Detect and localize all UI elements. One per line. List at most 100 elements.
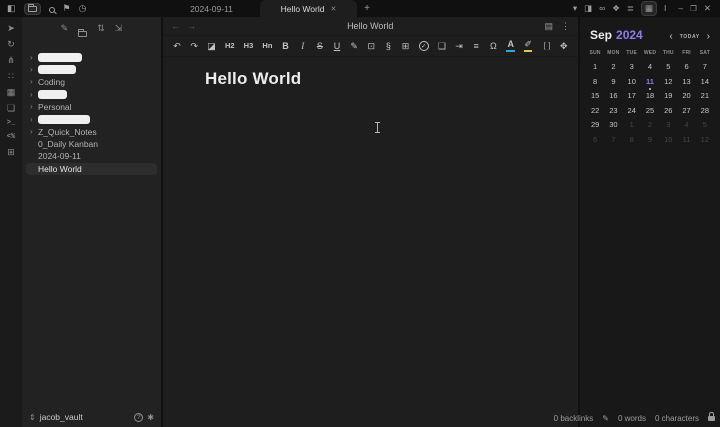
eraser-icon[interactable]: ◪ xyxy=(207,41,216,51)
note-content[interactable]: Hello World xyxy=(163,69,578,427)
calendar-day[interactable]: 9 xyxy=(604,77,622,87)
calendar-day[interactable]: 4 xyxy=(677,120,695,130)
calendar-day[interactable]: 14 xyxy=(696,77,714,87)
calendar-day[interactable]: 2 xyxy=(641,120,659,130)
calendar-day[interactable]: 25 xyxy=(641,106,659,116)
tab-list-icon[interactable]: ▾ xyxy=(573,4,577,13)
file-row[interactable]: › xyxy=(26,63,157,75)
tags-icon[interactable]: ❖ xyxy=(612,4,620,13)
file-row[interactable]: › xyxy=(26,51,157,63)
calendar-day[interactable]: 26 xyxy=(659,106,677,116)
indent-icon[interactable]: ⇥ xyxy=(455,41,463,51)
new-note-icon[interactable]: ✎ xyxy=(61,24,69,42)
graph-fork-icon[interactable]: ⋔ xyxy=(7,56,15,65)
task-check-icon[interactable]: ✓ xyxy=(418,41,429,51)
file-row[interactable]: › Personal xyxy=(26,101,157,113)
close-window-icon[interactable]: ✕ xyxy=(704,4,711,13)
backlinks-count[interactable]: 0 backlinks xyxy=(554,414,594,423)
calendar-day[interactable]: 28 xyxy=(696,106,714,116)
italic-icon[interactable]: I xyxy=(299,41,307,51)
calendar-day[interactable]: 27 xyxy=(677,106,695,116)
calendar-day[interactable]: 5 xyxy=(696,120,714,130)
note-heading[interactable]: Hello World xyxy=(205,69,578,89)
file-row[interactable]: 0_Daily Kanban xyxy=(26,138,157,150)
calendar-day[interactable]: 3 xyxy=(623,62,641,72)
sort-order-icon[interactable]: ⇅ xyxy=(97,24,105,42)
calendar-day[interactable]: 30 xyxy=(604,120,622,130)
file-row[interactable]: › xyxy=(26,88,157,100)
calendar-day[interactable]: 10 xyxy=(659,135,677,145)
file-row[interactable]: › xyxy=(26,113,157,125)
copy-page-icon[interactable]: ❏ xyxy=(7,104,15,113)
calendar-day[interactable]: 21 xyxy=(696,91,714,101)
calendar-day[interactable]: 12 xyxy=(696,135,714,145)
tab-hello-world[interactable]: Hello World ✕ xyxy=(260,0,357,17)
files-tab-icon[interactable] xyxy=(23,2,41,15)
calendar-day[interactable]: 6 xyxy=(586,135,604,145)
calendar-day[interactable]: 2 xyxy=(604,62,622,72)
calendar-day[interactable]: 10 xyxy=(623,77,641,87)
right-sidebar-toggle-icon[interactable]: ◨ xyxy=(584,4,592,13)
file-row[interactable]: Hello World xyxy=(26,162,157,175)
calendar-day[interactable]: 8 xyxy=(623,135,641,145)
list-icon[interactable]: ≡ xyxy=(472,41,480,51)
insert-block-icon[interactable]: ⊡ xyxy=(367,41,375,51)
dots-grid-icon[interactable]: ∷ xyxy=(8,72,14,81)
vault-switcher-icon[interactable]: ⇕ xyxy=(29,413,36,422)
redo-icon[interactable]: ↷ xyxy=(190,41,198,51)
calendar-day[interactable]: 13 xyxy=(677,77,695,87)
heading-2-icon[interactable]: H2 xyxy=(225,42,235,50)
collapse-all-icon[interactable]: ⇲ xyxy=(115,24,123,42)
calendar-day[interactable]: 8 xyxy=(586,77,604,87)
calendar-day[interactable]: 22 xyxy=(586,106,604,116)
calendar-day[interactable]: 4 xyxy=(641,62,659,72)
text-cursor-icon[interactable]: I xyxy=(664,4,666,13)
calendar-day[interactable]: 1 xyxy=(586,62,604,72)
calendar-day[interactable]: 7 xyxy=(696,62,714,72)
bold-icon[interactable]: B xyxy=(282,41,290,51)
settings-gear-icon[interactable]: ✱ xyxy=(147,413,154,422)
calendar-day[interactable]: 5 xyxy=(659,62,677,72)
highlighter-pen-icon[interactable]: ✎ xyxy=(350,41,358,51)
calendar-day[interactable]: 11 xyxy=(641,77,659,90)
calendar-day[interactable]: 12 xyxy=(659,77,677,87)
calendar-day[interactable]: 16 xyxy=(604,91,622,101)
calendar-day[interactable]: 19 xyxy=(659,91,677,101)
expand-move-icon[interactable]: ✥ xyxy=(560,41,568,51)
calendar-day[interactable]: 6 xyxy=(677,62,695,72)
calendar-day[interactable]: 18 xyxy=(641,91,659,101)
heading-n-icon[interactable]: Hn xyxy=(262,42,272,50)
back-icon[interactable]: ← xyxy=(171,21,180,31)
new-tab-button[interactable]: + xyxy=(357,0,377,17)
calendar-day[interactable]: 7 xyxy=(604,135,622,145)
calendar-toggle-icon[interactable]: ▦ xyxy=(641,1,658,16)
edit-mode-icon[interactable]: ✎ xyxy=(602,414,609,423)
restore-window-icon[interactable]: ❐ xyxy=(690,5,697,13)
forward-icon[interactable]: → xyxy=(187,21,196,31)
calendar-day[interactable]: 11 xyxy=(677,135,695,145)
highlight-color-icon[interactable]: ✐ xyxy=(524,40,533,52)
vault-name[interactable]: jacob_vault xyxy=(40,412,83,422)
omega-icon[interactable]: Ω xyxy=(489,41,497,51)
file-row[interactable]: › Z_Quick_Notes xyxy=(26,125,157,137)
file-row[interactable]: › Coding xyxy=(26,76,157,88)
undo-icon[interactable]: ↶ xyxy=(173,41,181,51)
new-folder-icon[interactable] xyxy=(78,24,88,42)
templater-icon[interactable]: <% xyxy=(7,134,15,141)
reading-mode-icon[interactable]: ▤ xyxy=(544,21,553,32)
kanban-board-icon[interactable]: ▦ xyxy=(7,88,16,97)
calendar-day[interactable]: 24 xyxy=(623,106,641,116)
help-icon[interactable]: ? xyxy=(134,412,144,422)
create-link-icon[interactable]: ∞ xyxy=(599,4,605,13)
font-color-icon[interactable]: A xyxy=(506,40,515,52)
outline-icon[interactable]: ≣ xyxy=(627,4,634,13)
recent-files-icon[interactable]: ◷ xyxy=(79,4,87,13)
minimize-icon[interactable]: – xyxy=(678,4,683,13)
heading-3-icon[interactable]: H3 xyxy=(244,42,254,50)
daily-note-refresh-icon[interactable]: ↻ xyxy=(7,40,15,49)
calendar-next-icon[interactable]: › xyxy=(705,31,712,42)
tab-close-icon[interactable]: ✕ xyxy=(330,5,336,13)
underline-icon[interactable]: U xyxy=(333,41,341,51)
table-icon[interactable]: ⊞ xyxy=(402,41,410,51)
table-grid-icon[interactable]: ⊞ xyxy=(7,148,15,157)
